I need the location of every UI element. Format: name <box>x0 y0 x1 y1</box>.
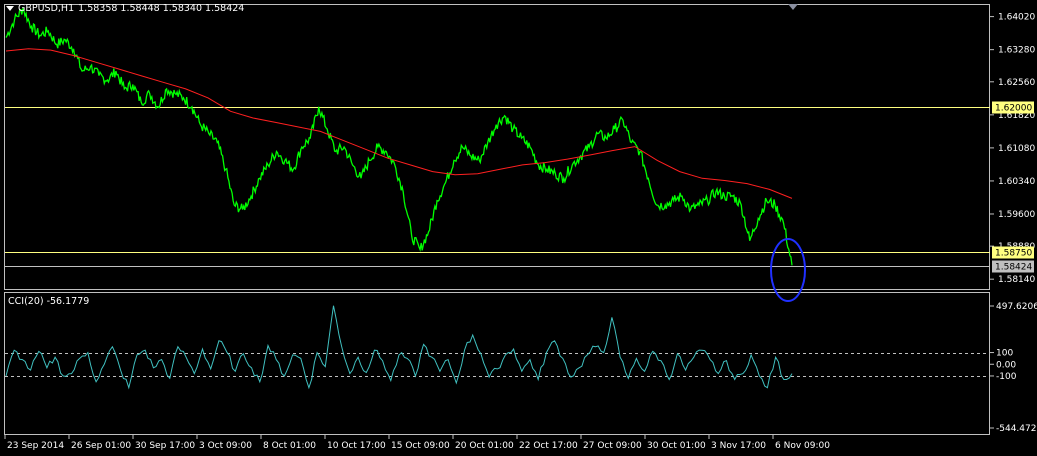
time-tick-label: 23 Sep 2014 <box>7 441 64 451</box>
time-tick-label: 30 Sep 17:00 <box>135 441 195 451</box>
time-tick-label: 30 Oct 01:00 <box>647 441 706 451</box>
price-axis: 1.640201.632801.625601.618201.610801.603… <box>990 13 1035 285</box>
level-price-label: 1.58750 <box>995 249 1032 259</box>
time-tick-label: 27 Oct 09:00 <box>583 441 642 451</box>
price-tick-label: 1.60340 <box>998 177 1035 187</box>
cci-indicator-title: CCI(20) -56.1779 <box>8 296 90 307</box>
price-tick-label: 1.61080 <box>998 144 1035 154</box>
ohlc-values: 1.58358 1.58448 1.58340 1.58424 <box>78 3 245 14</box>
price-line <box>5 6 793 266</box>
time-tick-label: 22 Oct 17:00 <box>519 441 578 451</box>
time-tick-label: 3 Nov 17:00 <box>711 441 766 451</box>
cci-axis: 497.6206 1000.00 -100 -544.4729 <box>990 302 1037 434</box>
cci-tick-label: -544.4729 <box>996 424 1037 434</box>
price-tick-label: 1.59600 <box>998 210 1035 220</box>
time-tick-label: 20 Oct 01:00 <box>455 441 514 451</box>
price-tick-label: 1.64020 <box>998 13 1035 23</box>
time-axis: 23 Sep 2014 26 Sep 01:00 30 Sep 17:00 3 Oct… <box>4 435 830 451</box>
moving-average-line <box>5 48 793 199</box>
level-price-label: 1.62000 <box>995 104 1032 114</box>
price-tick-label: 1.62560 <box>998 78 1035 88</box>
cci-tick-label: -100 <box>996 372 1017 382</box>
cci-tick-label: 0.00 <box>996 360 1016 370</box>
time-tick-label: 26 Sep 01:00 <box>71 441 131 451</box>
chart-canvas[interactable]: 1.640201.632801.625601.618201.610801.603… <box>0 0 1037 456</box>
time-tick-label: 8 Oct 01:00 <box>263 441 316 451</box>
price-tick-label: 1.63280 <box>998 46 1035 56</box>
level-price-label: 1.58424 <box>995 263 1032 273</box>
time-tick-label: 15 Oct 09:00 <box>391 441 450 451</box>
time-tick-label: 3 Oct 09:00 <box>199 441 252 451</box>
cci-line <box>5 305 793 390</box>
chart-title: GBPUSD,H1 1.58358 1.58448 1.58340 1.5842… <box>6 3 244 14</box>
cci-tick-label: 100 <box>996 349 1013 359</box>
time-tick-label: 6 Nov 09:00 <box>775 441 830 451</box>
chart-shift-marker-icon[interactable] <box>788 4 798 10</box>
symbol-title: GBPUSD,H1 <box>18 3 75 14</box>
horizontal-levels[interactable]: 1.62000 1.58750 1.58424 <box>5 101 1034 273</box>
main-chart-frame <box>4 4 990 290</box>
time-tick-label: 10 Oct 17:00 <box>327 441 386 451</box>
dropdown-triangle-icon[interactable] <box>6 6 14 11</box>
cci-tick-label: 497.6206 <box>996 302 1037 312</box>
price-tick-label: 1.58140 <box>998 275 1035 285</box>
